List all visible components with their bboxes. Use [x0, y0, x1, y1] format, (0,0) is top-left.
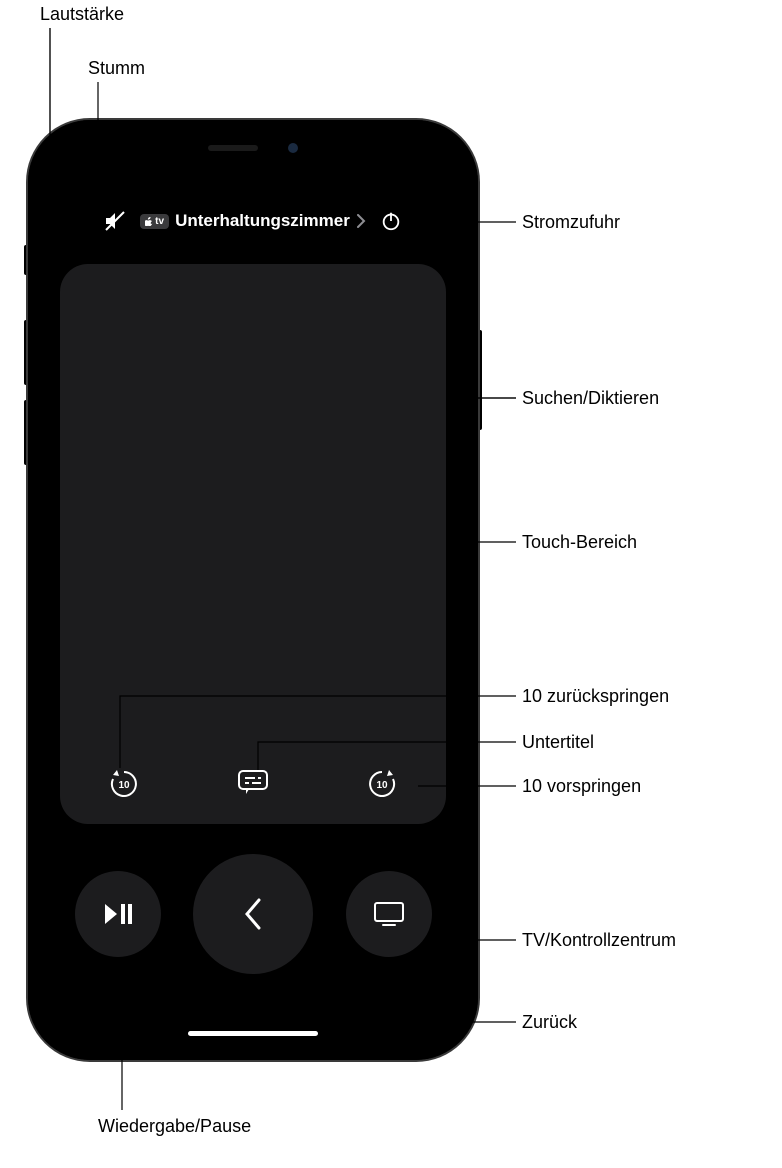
screen: tv Unterhaltungszimmer	[42, 134, 464, 1046]
skip-forward-10-button[interactable]: 10	[360, 760, 404, 804]
power-icon	[380, 210, 402, 232]
touch-panel-controls: 10 1	[60, 760, 446, 804]
callout-mute: Stumm	[88, 58, 145, 79]
svg-text:10: 10	[376, 780, 388, 791]
home-indicator[interactable]	[188, 1031, 318, 1036]
tv-control-center-button[interactable]	[346, 871, 432, 957]
callout-subtitles: Untertitel	[522, 732, 594, 753]
power-button[interactable]	[374, 204, 408, 238]
callout-skip-fwd-10: 10 vorspringen	[522, 776, 641, 797]
chevron-right-icon	[356, 214, 366, 228]
callout-touch-area: Touch-Bereich	[522, 532, 637, 553]
mute-button[interactable]	[98, 204, 132, 238]
callout-back: Zurück	[522, 1012, 577, 1033]
callout-play-pause: Wiedergabe/Pause	[98, 1116, 251, 1137]
apple-tv-badge-icon: tv	[140, 214, 169, 229]
callout-skip-back-10: 10 zurückspringen	[522, 686, 669, 707]
tv-icon	[373, 901, 405, 927]
skip-forward-10-icon: 10	[366, 766, 398, 798]
callout-search-dictate: Suchen/Diktieren	[522, 388, 659, 409]
chevron-left-icon	[243, 898, 263, 930]
svg-text:10: 10	[119, 780, 131, 791]
skip-back-10-button[interactable]: 10	[102, 760, 146, 804]
bottom-controls	[42, 854, 464, 974]
mute-icon	[103, 209, 127, 233]
device-name: Unterhaltungszimmer	[175, 211, 350, 231]
iphone-frame: tv Unterhaltungszimmer	[28, 120, 478, 1060]
skip-back-10-icon: 10	[108, 766, 140, 798]
callout-volume: Lautstärke	[40, 4, 124, 25]
callout-power: Stromzufuhr	[522, 212, 620, 233]
apple-tv-badge-label: tv	[155, 216, 164, 227]
subtitles-button[interactable]	[231, 760, 275, 804]
notch	[168, 134, 338, 162]
subtitles-icon	[237, 767, 269, 797]
side-button-hardware	[478, 330, 482, 430]
callout-tv-control-center: TV/Kontrollzentrum	[522, 930, 676, 951]
back-button[interactable]	[193, 854, 313, 974]
device-selector[interactable]: tv Unterhaltungszimmer	[140, 211, 366, 231]
remote-top-bar: tv Unterhaltungszimmer	[42, 204, 464, 238]
touch-area[interactable]: 10 1	[60, 264, 446, 824]
play-pause-icon	[103, 902, 133, 926]
play-pause-button[interactable]	[75, 871, 161, 957]
